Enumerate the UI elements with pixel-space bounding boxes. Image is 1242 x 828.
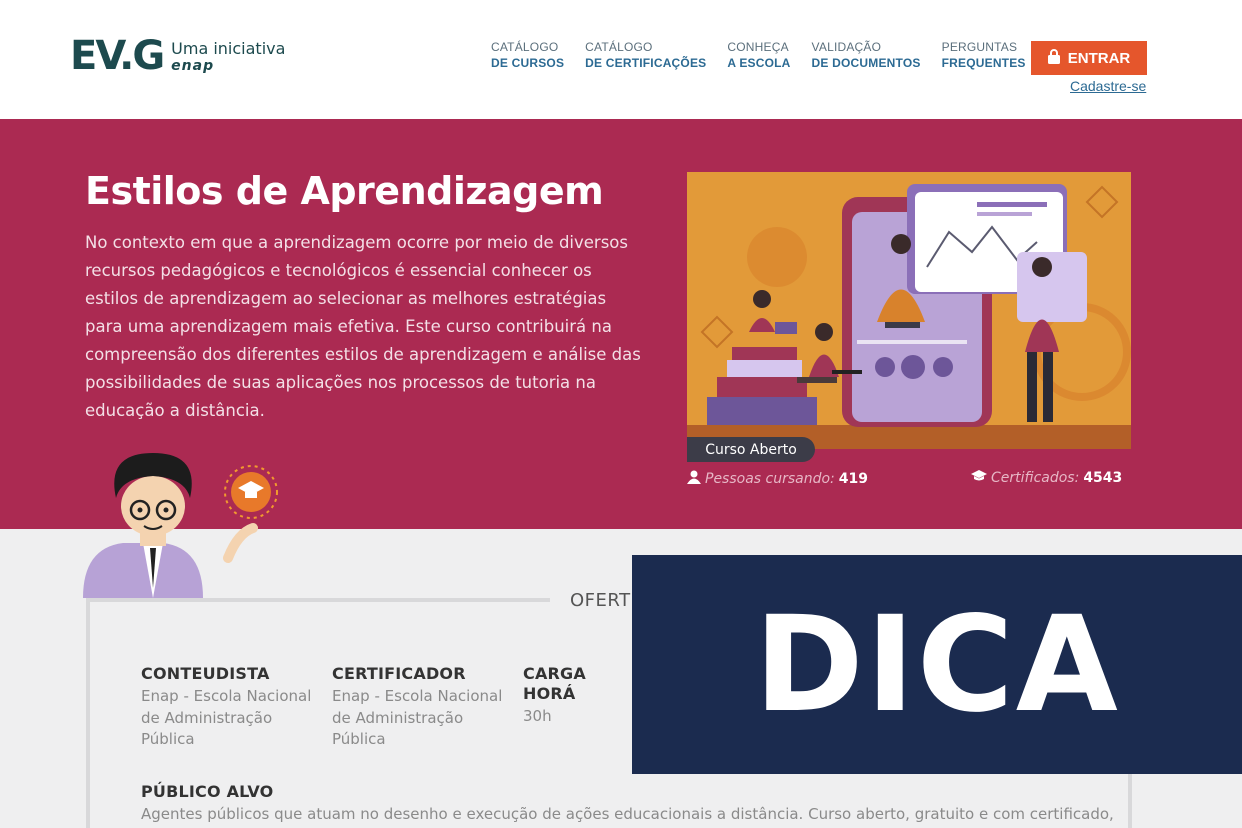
- logo-tagline: Uma iniciativa: [171, 39, 286, 58]
- user-icon: [687, 470, 701, 488]
- field-heading: PÚBLICO ALVO: [141, 782, 274, 801]
- nav-item-line1: CONHEÇA: [727, 40, 789, 54]
- enap-logo: enap: [171, 58, 215, 74]
- nav-item-line1: CATÁLOGO: [585, 40, 653, 54]
- evg-logo[interactable]: EV.G Uma iniciativa enap: [70, 34, 285, 80]
- field-publico-alvo: PÚBLICO ALVO Agentes públicos que atuam …: [141, 782, 1114, 826]
- tip-overlay-text: DICA: [754, 587, 1120, 742]
- field-value: 30h: [523, 707, 552, 725]
- field-heading: CARGA HORÁ: [523, 664, 586, 703]
- offers-section-label: OFERT: [570, 590, 631, 611]
- login-label: ENTRAR: [1067, 49, 1131, 67]
- course-title: Estilos de Aprendizagem: [85, 169, 604, 213]
- field-certificador: CERTIFICADOR Enap - Escola Nacional de A…: [332, 664, 507, 751]
- mascot-illustration: [78, 448, 288, 598]
- field-value: Enap - Escola Nacional de Administração …: [141, 687, 312, 748]
- nav-item-line2: A ESCOLA: [727, 56, 791, 70]
- certificates-value: 4543: [1083, 470, 1123, 486]
- nav-item-line2: DE DOCUMENTOS: [811, 56, 921, 70]
- nav-item-line2: DE CURSOS: [491, 56, 565, 70]
- tip-overlay-banner: DICA: [632, 555, 1242, 774]
- logo-mark: EV.G: [70, 33, 165, 79]
- nav-validacao-documentos[interactable]: VALIDAÇÃO DE DOCUMENTOS: [812, 40, 921, 71]
- logo-text: Uma iniciativa enap: [171, 39, 286, 75]
- certificates-label: Certificados:: [991, 470, 1080, 486]
- nav-catalogo-cursos[interactable]: CATÁLOGO DE CURSOS: [491, 40, 564, 71]
- students-stat: Pessoas cursando: 419: [687, 470, 868, 488]
- course-status-badge: Curso Aberto: [687, 437, 815, 462]
- nav-item-line2: FREQUENTES: [941, 56, 1026, 70]
- certificates-stat: Certificados: 4543: [971, 470, 1122, 486]
- login-button[interactable]: ENTRAR: [1031, 41, 1147, 75]
- field-heading: CONTEUDISTA: [141, 664, 270, 683]
- signup-link[interactable]: Cadastre-se: [1070, 78, 1146, 94]
- course-description: No contexto em que a aprendizagem ocorre…: [85, 233, 641, 420]
- nav-item-line1: CATÁLOGO: [491, 40, 559, 54]
- field-heading: CERTIFICADOR: [332, 664, 466, 683]
- nav-item-line2: DE CERTIFICAÇÕES: [585, 56, 707, 70]
- students-label: Pessoas cursando:: [705, 471, 835, 487]
- lock-icon: [1047, 48, 1060, 68]
- main-nav: CATÁLOGO DE CURSOS CATÁLOGO DE CERTIFICA…: [491, 40, 1047, 71]
- nav-item-line1: VALIDAÇÃO: [811, 40, 882, 54]
- site-header: EV.G Uma iniciativa enap CATÁLOGO DE CUR…: [0, 0, 1242, 119]
- nav-conheca-escola[interactable]: CONHEÇA A ESCOLA: [727, 40, 790, 71]
- nav-catalogo-certificacoes[interactable]: CATÁLOGO DE CERTIFICAÇÕES: [585, 40, 706, 71]
- nav-item-line1: PERGUNTAS: [941, 40, 1018, 54]
- field-value: Agentes públicos que atuam no desenho e …: [141, 805, 1114, 823]
- field-value: Enap - Escola Nacional de Administração …: [332, 687, 503, 748]
- graduation-cap-icon: [971, 470, 987, 486]
- field-conteudista: CONTEUDISTA Enap - Escola Nacional de Ad…: [141, 664, 316, 751]
- course-illustration: [687, 172, 1131, 449]
- students-value: 419: [838, 471, 869, 487]
- nav-perguntas-frequentes[interactable]: PERGUNTAS FREQUENTES: [942, 40, 1026, 71]
- field-carga-horaria: CARGA HORÁ 30h: [523, 664, 633, 728]
